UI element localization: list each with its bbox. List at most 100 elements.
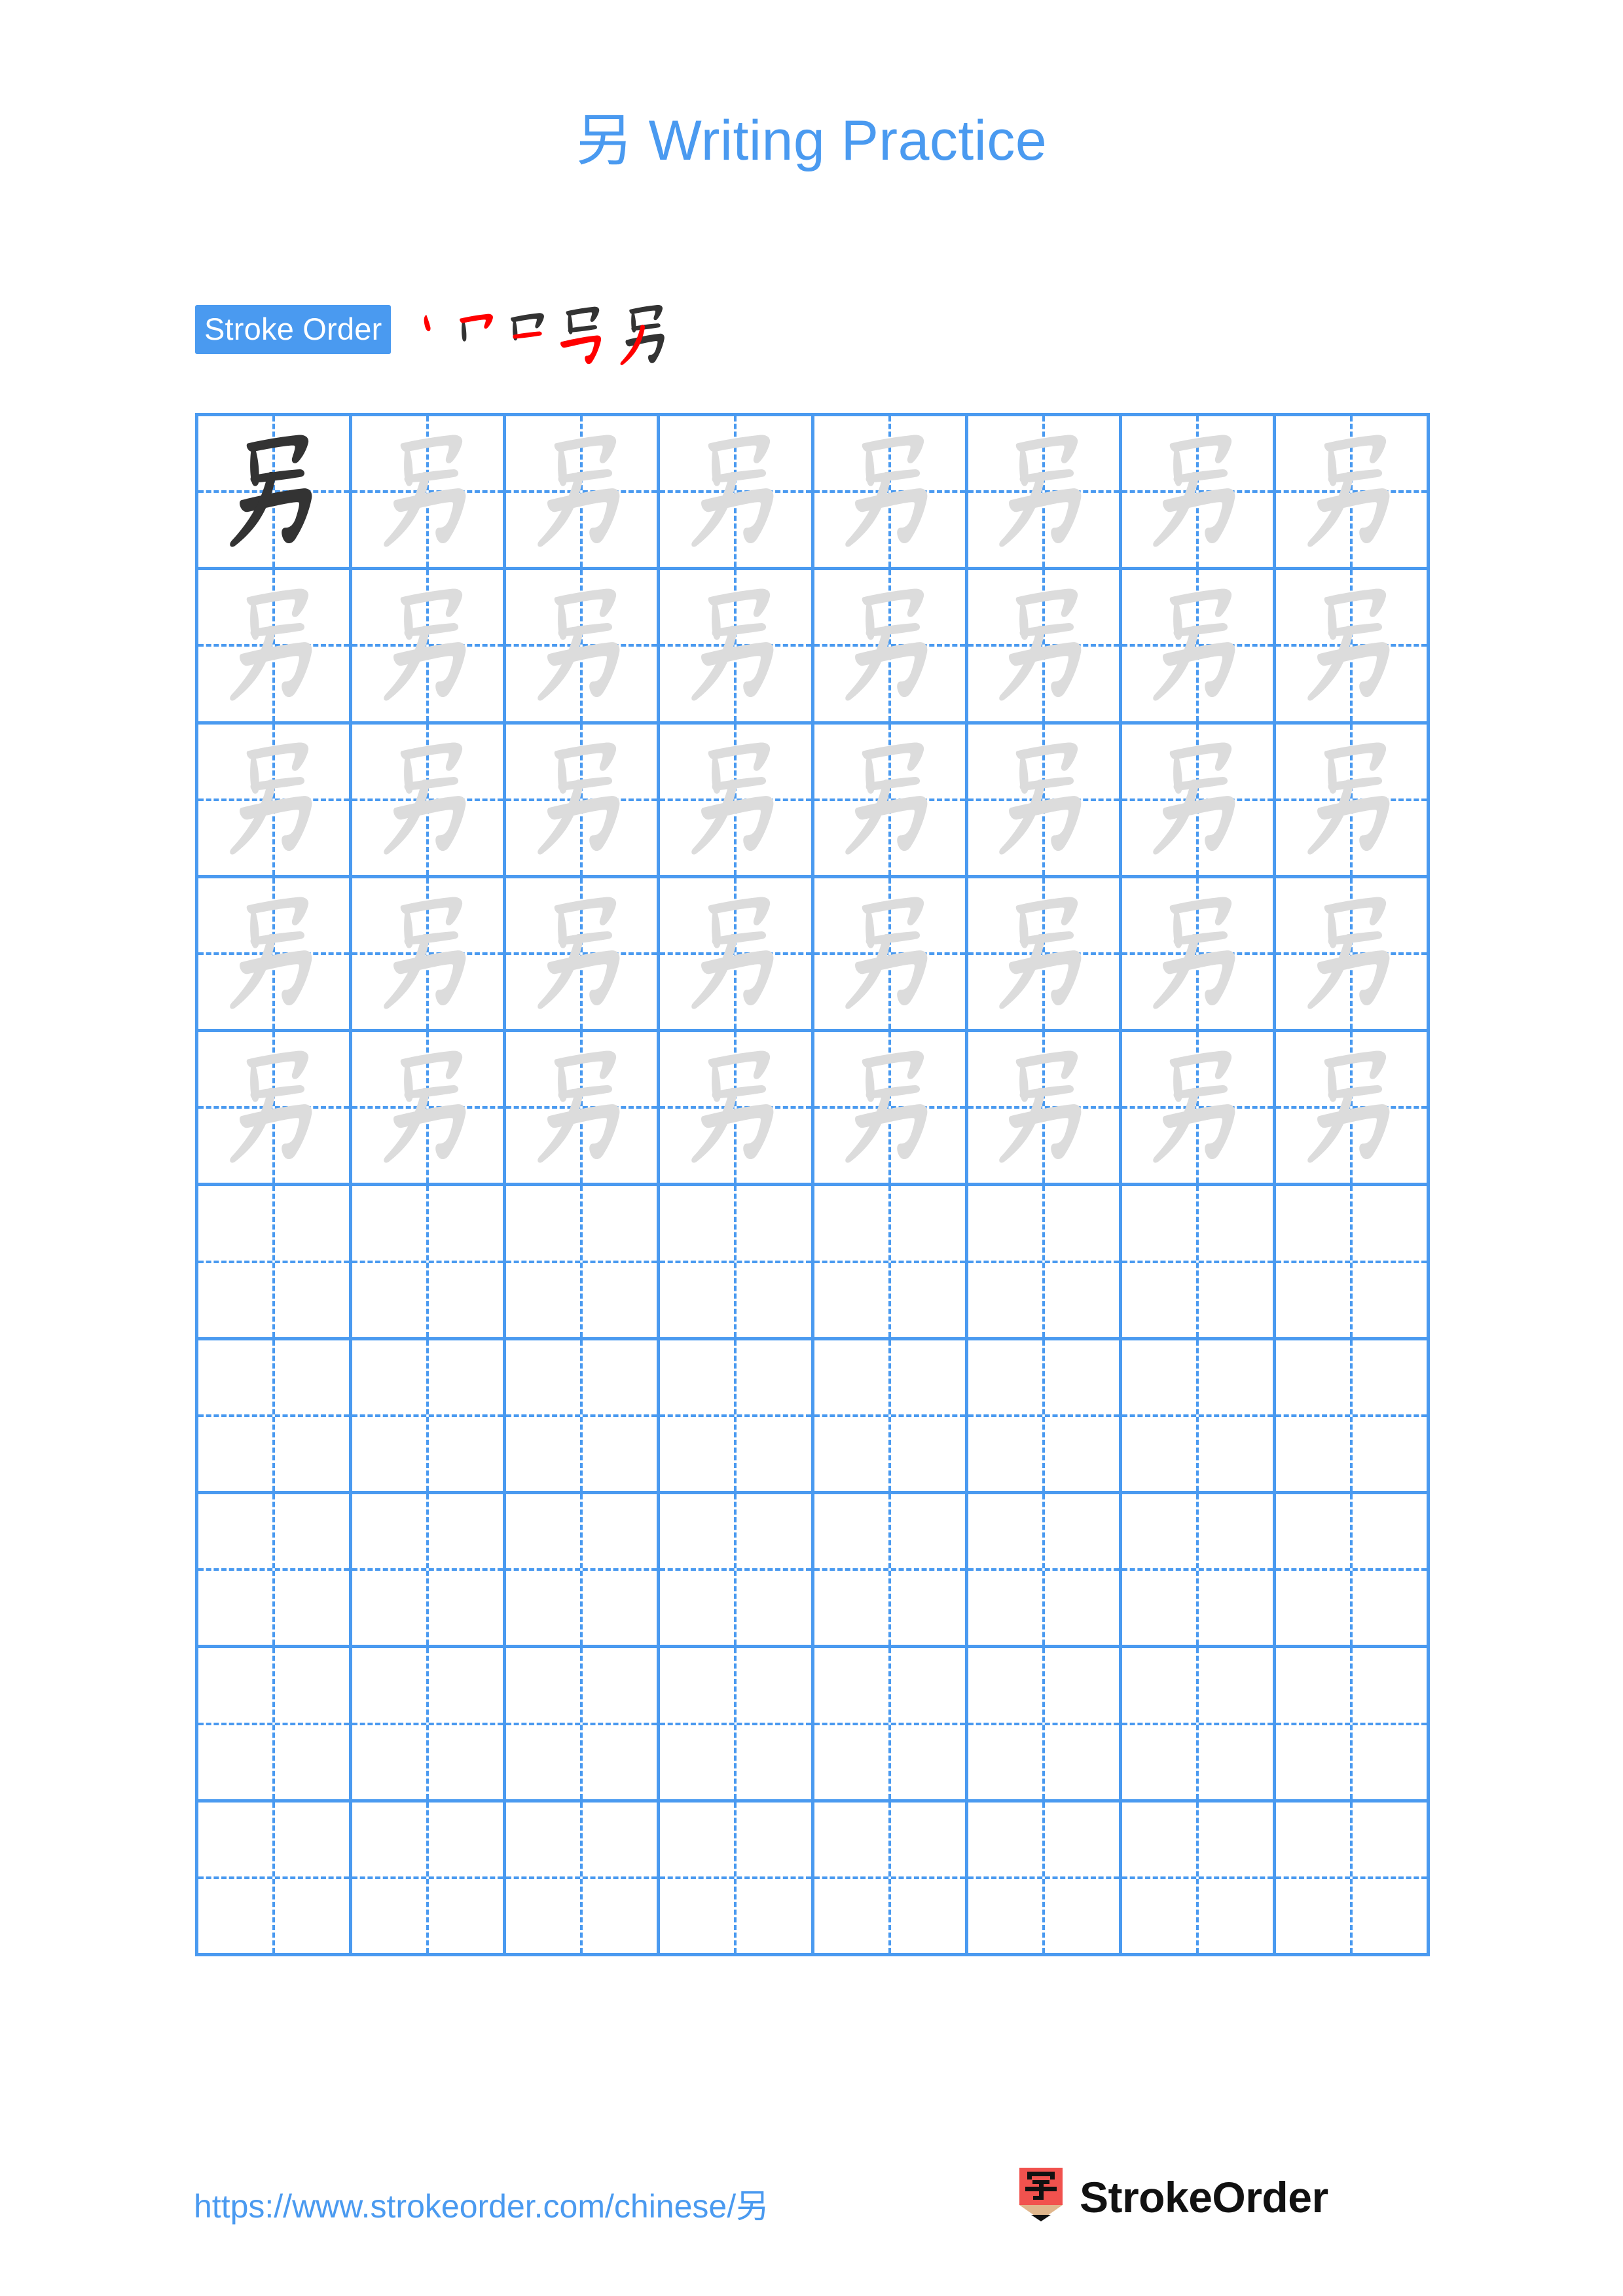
practice-grid-cell[interactable]	[1275, 416, 1430, 571]
trace-character-glyph	[352, 1032, 503, 1183]
practice-grid-cell[interactable]	[352, 1340, 507, 1495]
practice-grid-cell[interactable]	[506, 1186, 661, 1340]
practice-grid-cell[interactable]	[1275, 1340, 1430, 1495]
practice-grid-cell[interactable]	[660, 416, 814, 571]
practice-grid-cell[interactable]	[352, 570, 507, 725]
footer-url[interactable]: https://www.strokeorder.com/chinese/另	[194, 2180, 769, 2227]
practice-grid-cell[interactable]	[968, 1340, 1122, 1495]
practice-grid-cell[interactable]	[1275, 1186, 1430, 1340]
practice-grid-cell[interactable]	[506, 724, 661, 878]
practice-grid-cell[interactable]	[1275, 1032, 1430, 1187]
practice-grid-cell[interactable]	[506, 1648, 661, 1803]
trace-character-glyph	[660, 725, 811, 875]
practice-grid-cell[interactable]	[660, 1340, 814, 1495]
practice-grid-cell[interactable]	[1122, 416, 1276, 571]
practice-grid-cell[interactable]	[506, 1340, 661, 1495]
practice-grid-row	[198, 1802, 1430, 1956]
practice-grid-cell[interactable]	[198, 416, 353, 571]
practice-grid-cell[interactable]	[198, 1648, 353, 1803]
practice-grid-cell[interactable]	[968, 1648, 1122, 1803]
practice-grid-cell[interactable]	[1275, 1494, 1430, 1649]
practice-grid-cell[interactable]	[352, 1802, 507, 1956]
practice-grid-cell[interactable]	[1122, 1802, 1276, 1956]
practice-grid-cell[interactable]	[814, 1340, 968, 1495]
practice-grid-cell[interactable]	[352, 416, 507, 571]
practice-grid-cell[interactable]	[660, 1494, 814, 1649]
practice-grid-cell[interactable]	[352, 724, 507, 878]
practice-grid-cell[interactable]	[660, 1648, 814, 1803]
practice-grid-cell[interactable]	[1122, 1340, 1276, 1495]
stroke-step-4	[560, 306, 602, 365]
trace-character-glyph	[352, 725, 503, 875]
practice-grid-cell[interactable]	[814, 1802, 968, 1956]
trace-character-glyph	[1276, 1032, 1427, 1183]
practice-grid-cell[interactable]	[352, 1494, 507, 1649]
practice-grid-cell[interactable]	[1275, 724, 1430, 878]
practice-grid-cell[interactable]	[968, 878, 1122, 1033]
trace-character-glyph	[968, 416, 1119, 567]
model-character-glyph	[198, 416, 349, 567]
practice-grid-cell[interactable]	[506, 1802, 661, 1956]
practice-grid-cell[interactable]	[814, 1186, 968, 1340]
practice-grid-row	[198, 878, 1430, 1033]
trace-character-glyph	[352, 570, 503, 721]
practice-grid-cell[interactable]	[968, 570, 1122, 725]
practice-grid-cell[interactable]	[506, 1032, 661, 1187]
practice-grid-cell[interactable]	[352, 878, 507, 1033]
practice-grid-row	[198, 1186, 1430, 1340]
practice-grid-cell[interactable]	[660, 1032, 814, 1187]
practice-grid-cell[interactable]	[198, 724, 353, 878]
practice-grid-cell[interactable]	[814, 1494, 968, 1649]
practice-grid-cell[interactable]	[198, 878, 353, 1033]
practice-grid-cell[interactable]	[1275, 1648, 1430, 1803]
practice-grid-cell[interactable]	[1122, 878, 1276, 1033]
practice-grid-cell[interactable]	[814, 1648, 968, 1803]
practice-grid-cell[interactable]	[814, 1032, 968, 1187]
trace-character-glyph	[198, 1032, 349, 1183]
practice-grid-cell[interactable]	[1275, 570, 1430, 725]
practice-grid-cell[interactable]	[1122, 1494, 1276, 1649]
practice-grid-cell[interactable]	[660, 878, 814, 1033]
practice-grid-cell[interactable]	[198, 1186, 353, 1340]
practice-grid-cell[interactable]	[198, 1802, 353, 1956]
practice-grid-cell[interactable]	[506, 570, 661, 725]
practice-grid-cell[interactable]	[506, 878, 661, 1033]
practice-grid-cell[interactable]	[198, 1340, 353, 1495]
practice-grid-cell[interactable]	[1122, 724, 1276, 878]
practice-grid-cell[interactable]	[506, 1494, 661, 1649]
practice-grid-cell[interactable]	[814, 416, 968, 571]
footer-brand[interactable]: StrokeOrder	[1017, 2168, 1328, 2227]
practice-grid-cell[interactable]	[1122, 1032, 1276, 1187]
practice-grid-cell[interactable]	[968, 1186, 1122, 1340]
practice-grid-cell[interactable]	[1122, 570, 1276, 725]
trace-character-glyph	[1122, 878, 1273, 1029]
practice-grid-cell[interactable]	[352, 1186, 507, 1340]
practice-grid-cell[interactable]	[352, 1032, 507, 1187]
practice-grid-cell[interactable]	[814, 724, 968, 878]
trace-character-glyph	[198, 570, 349, 721]
practice-grid-cell[interactable]	[1275, 1802, 1430, 1956]
practice-grid-cell[interactable]	[506, 416, 661, 571]
practice-grid-cell[interactable]	[968, 724, 1122, 878]
practice-grid-cell[interactable]	[968, 1802, 1122, 1956]
practice-grid-cell[interactable]	[198, 1494, 353, 1649]
practice-grid-cell[interactable]	[352, 1648, 507, 1803]
practice-grid-cell[interactable]	[1122, 1186, 1276, 1340]
page-title-suffix: Writing Practice	[632, 109, 1048, 172]
practice-grid-cell[interactable]	[814, 570, 968, 725]
practice-grid-cell[interactable]	[968, 416, 1122, 571]
practice-grid-cell[interactable]	[968, 1494, 1122, 1649]
practice-grid-cell[interactable]	[198, 570, 353, 725]
practice-grid-cell[interactable]	[660, 1186, 814, 1340]
stroke-order-section: Stroke Order	[195, 305, 676, 368]
practice-grid-cell[interactable]	[660, 570, 814, 725]
trace-character-glyph	[198, 725, 349, 875]
practice-grid-cell[interactable]	[814, 878, 968, 1033]
practice-grid-cell[interactable]	[660, 724, 814, 878]
practice-grid-cell[interactable]	[1275, 878, 1430, 1033]
practice-grid-cell[interactable]	[968, 1032, 1122, 1187]
practice-grid-cell[interactable]	[660, 1802, 814, 1956]
practice-grid-cell[interactable]	[198, 1032, 353, 1187]
trace-character-glyph	[1276, 416, 1427, 567]
practice-grid-cell[interactable]	[1122, 1648, 1276, 1803]
